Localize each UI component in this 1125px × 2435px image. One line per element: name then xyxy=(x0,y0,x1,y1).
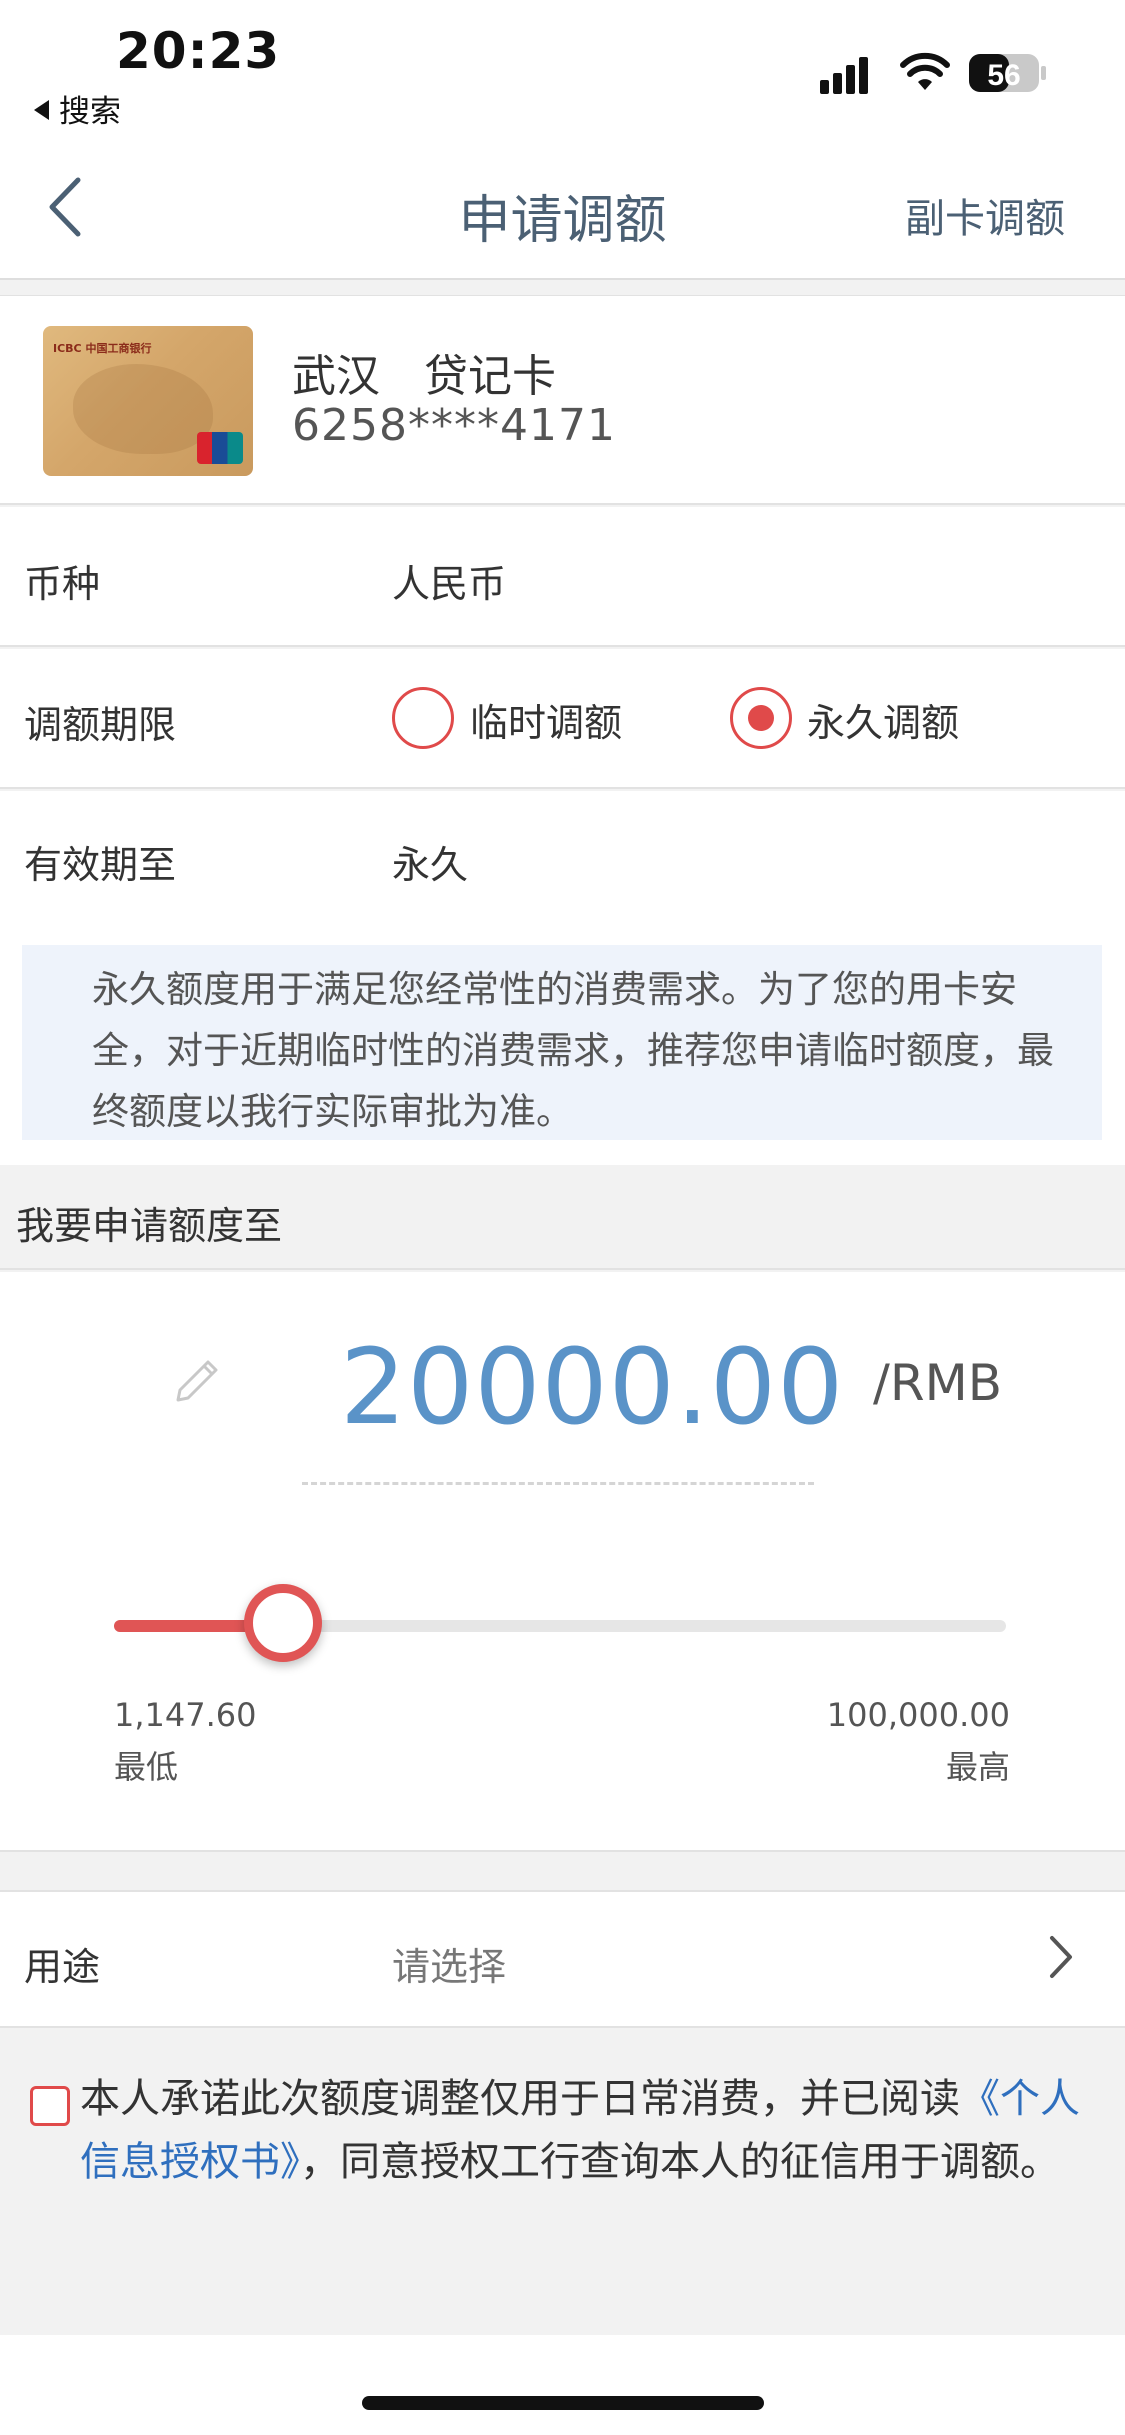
amount-header-label: 我要申请额度至 xyxy=(16,1204,283,1248)
max-amount-value: 100,000.00 xyxy=(826,1696,1010,1734)
amount-underline xyxy=(302,1482,814,1485)
battery-level: 56 xyxy=(987,59,1020,92)
amount-value[interactable]: 20000.00 xyxy=(340,1326,844,1448)
currency-row xyxy=(0,507,1125,647)
signal-icon xyxy=(820,57,868,94)
status-time: 20:23 xyxy=(116,22,281,80)
max-amount-label: 最高 xyxy=(945,1748,1010,1786)
agreement-text: 本人承诺此次额度调整仅用于日常消费，并已阅读《个人信息授权书》，同意授权工行查询… xyxy=(80,2068,1090,2194)
pencil-icon[interactable] xyxy=(168,1346,228,1406)
permanent-adjust-label[interactable]: 永久调额 xyxy=(807,692,959,747)
home-indicator[interactable] xyxy=(362,2396,764,2410)
info-notice: 永久额度用于满足您经常性的消费需求。为了您的用卡安全，对于近期临时性的消费需求，… xyxy=(22,945,1102,1140)
valid-until-label: 有效期至 xyxy=(24,843,177,887)
purpose-select[interactable]: 请选择 xyxy=(392,1936,506,1991)
agreement-text-before: 本人承诺此次额度调整仅用于日常消费，并已阅读 xyxy=(80,2076,960,2122)
agreement-checkbox[interactable] xyxy=(30,2086,70,2126)
amount-unit: /RMB xyxy=(873,1354,1003,1412)
back-app-label: 搜索 xyxy=(59,94,121,130)
card-number: 6258****4171 xyxy=(292,400,616,451)
currency-value: 人民币 xyxy=(392,562,507,606)
currency-label: 币种 xyxy=(24,562,101,606)
chevron-right-icon[interactable] xyxy=(1046,1932,1076,1982)
agreement-text-after: ，同意授权工行查询本人的征信用于调额。 xyxy=(300,2139,1060,2185)
amount-header: 我要申请额度至 xyxy=(0,1165,1125,1270)
valid-until-value: 永久 xyxy=(392,843,469,887)
temporary-adjust-label[interactable]: 临时调额 xyxy=(470,692,622,747)
term-label: 调额期限 xyxy=(24,703,177,747)
card-name: 武汉 贷记卡 xyxy=(292,351,556,402)
wifi-icon xyxy=(900,52,950,90)
permanent-adjust-radio[interactable] xyxy=(730,687,792,749)
min-amount-label: 最低 xyxy=(114,1748,179,1786)
back-triangle-icon xyxy=(34,100,49,120)
card-image: ICBC 中国工商银行 xyxy=(43,326,253,476)
purpose-label: 用途 xyxy=(24,1945,101,1989)
amount-slider-thumb[interactable] xyxy=(244,1584,323,1662)
min-amount-value: 1,147.60 xyxy=(114,1696,257,1734)
back-to-app-link[interactable]: 搜索 xyxy=(34,86,121,131)
secondary-card-adjust-link[interactable]: 副卡调额 xyxy=(905,186,1065,244)
temporary-adjust-radio[interactable] xyxy=(392,687,454,749)
purpose-row[interactable] xyxy=(0,1890,1125,2028)
bottom-safe-area xyxy=(0,2335,1125,2435)
unionpay-logo xyxy=(197,432,243,464)
battery-icon: 56 xyxy=(969,54,1046,92)
